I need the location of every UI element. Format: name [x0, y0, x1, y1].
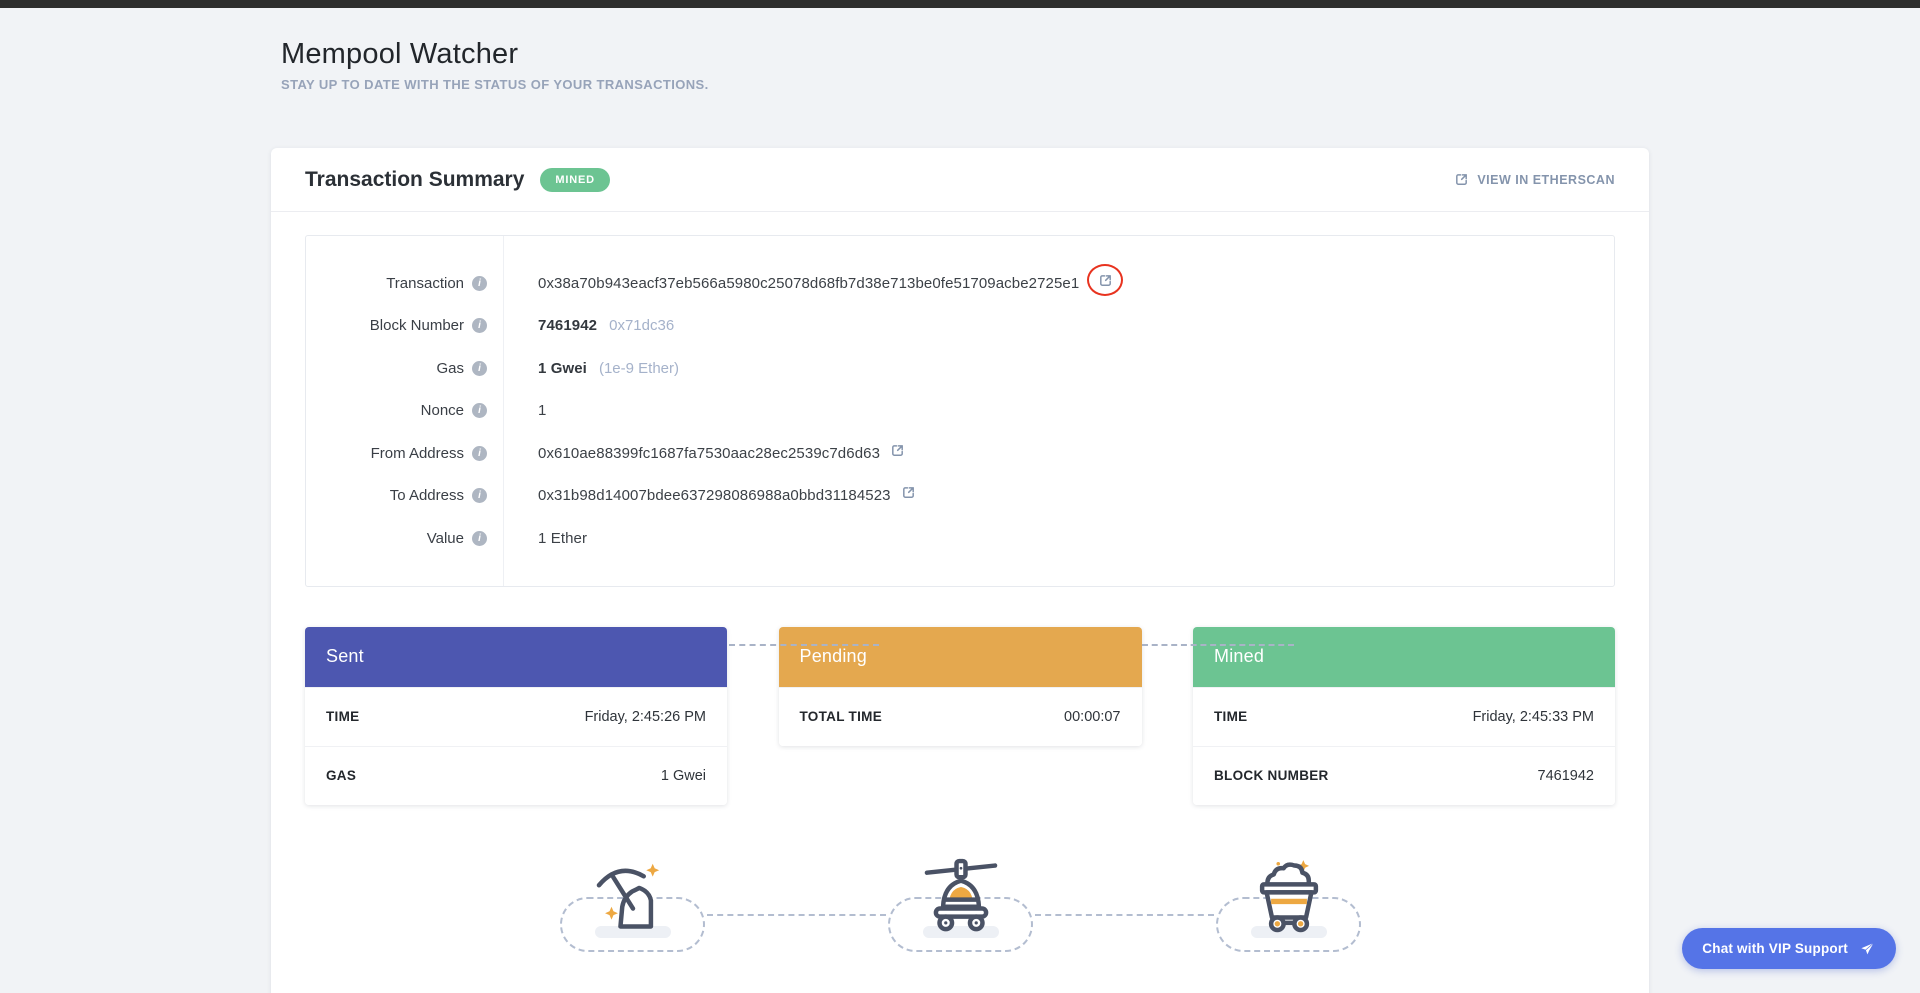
- status-row-value: 7461942: [1538, 768, 1594, 784]
- detail-value-cell: 0x38a70b943eacf37eb566a5980c25078d68fb7d…: [503, 270, 1123, 296]
- page-subtitle: STAY UP TO DATE WITH THE STATUS OF YOUR …: [281, 77, 1649, 92]
- gas-ether-equivalent: (1e-9 Ether): [599, 360, 679, 377]
- ether-value: 1 Ether: [538, 530, 587, 547]
- detail-value-cell: 0x610ae88399fc1687fa7530aac28ec2539c7d6d…: [503, 445, 905, 462]
- status-cards-row: Sent TIME Friday, 2:45:26 PM GAS 1 Gwei …: [305, 627, 1615, 805]
- status-row-label: TIME: [1214, 709, 1247, 724]
- detail-value-cell: 1: [503, 402, 546, 419]
- block-number-value: 7461942: [538, 317, 597, 334]
- chat-button-label: Chat with VIP Support: [1702, 941, 1848, 956]
- info-icon[interactable]: i: [472, 488, 487, 503]
- stage-pill-pending: [888, 897, 1033, 952]
- status-row-total-time: TOTAL TIME 00:00:07: [779, 687, 1142, 746]
- status-card-sent: Sent TIME Friday, 2:45:26 PM GAS 1 Gwei: [305, 627, 727, 805]
- drill-rig-icon: [918, 853, 1004, 939]
- detail-label: Value: [427, 530, 464, 547]
- detail-label-cell: Block Number i: [306, 317, 503, 334]
- external-link-icon: [901, 485, 916, 500]
- status-row-value: 00:00:07: [1064, 709, 1120, 725]
- detail-value-cell: 0x31b98d14007bdee637298086988a0bbd311845…: [503, 487, 916, 504]
- detail-label-cell: To Address i: [306, 487, 503, 504]
- detail-label: Gas: [436, 360, 464, 377]
- detail-label-cell: Transaction i: [306, 275, 503, 292]
- top-bar: [0, 0, 1920, 8]
- detail-value-cell: 7461942 0x71dc36: [503, 317, 674, 334]
- details-divider: [503, 236, 504, 586]
- dashed-connector: [707, 914, 886, 916]
- nonce-value: 1: [538, 402, 546, 419]
- summary-card-body: Transaction i 0x38a70b943eacf37eb566a598…: [271, 212, 1649, 974]
- status-row-label: TIME: [326, 709, 359, 724]
- from-address-value: 0x610ae88399fc1687fa7530aac28ec2539c7d6d…: [538, 445, 880, 462]
- detail-label-cell: Value i: [306, 530, 503, 547]
- dashed-connector: [729, 644, 879, 646]
- status-row-time: TIME Friday, 2:45:26 PM: [305, 687, 727, 746]
- to-address-external-link[interactable]: [901, 485, 916, 500]
- transaction-external-link[interactable]: [1098, 273, 1113, 288]
- transaction-hash: 0x38a70b943eacf37eb566a5980c25078d68fb7d…: [538, 275, 1079, 292]
- transaction-summary-card: Transaction Summary MINED VIEW IN ETHERS…: [271, 148, 1649, 993]
- status-row-gas: GAS 1 Gwei: [305, 746, 727, 805]
- status-row-value: Friday, 2:45:33 PM: [1473, 709, 1594, 725]
- to-address-value: 0x31b98d14007bdee637298086988a0bbd311845…: [538, 487, 891, 504]
- summary-card-title: Transaction Summary: [305, 168, 524, 192]
- dashed-connector: [1035, 914, 1214, 916]
- detail-label: To Address: [390, 487, 464, 504]
- transaction-details-panel: Transaction i 0x38a70b943eacf37eb566a598…: [305, 235, 1615, 587]
- chat-vip-support-button[interactable]: Chat with VIP Support: [1682, 928, 1896, 969]
- block-number-hex: 0x71dc36: [609, 317, 674, 334]
- detail-label: Block Number: [370, 317, 464, 334]
- page-container: Mempool Watcher STAY UP TO DATE WITH THE…: [271, 8, 1649, 993]
- summary-card-header: Transaction Summary MINED VIEW IN ETHERS…: [271, 148, 1649, 212]
- status-row-value: 1 Gwei: [661, 768, 706, 784]
- info-icon[interactable]: i: [472, 403, 487, 418]
- detail-label: From Address: [371, 445, 464, 462]
- detail-label-cell: Nonce i: [306, 402, 503, 419]
- info-icon[interactable]: i: [472, 531, 487, 546]
- info-icon[interactable]: i: [472, 276, 487, 291]
- dashed-connector: [1142, 644, 1294, 646]
- detail-value-cell: 1 Ether: [503, 530, 587, 547]
- external-link-icon: [1098, 273, 1113, 288]
- detail-label: Transaction: [386, 275, 464, 292]
- status-badge: MINED: [540, 168, 609, 192]
- stage-pill-mined: [1216, 897, 1361, 952]
- mined-card-header: Mined: [1193, 627, 1615, 687]
- page-header: Mempool Watcher STAY UP TO DATE WITH THE…: [271, 8, 1649, 92]
- pickaxe-rock-icon: [590, 853, 676, 939]
- external-link-icon: [890, 443, 905, 458]
- status-row-time: TIME Friday, 2:45:33 PM: [1193, 687, 1615, 746]
- stage-illustrations-row: [305, 854, 1615, 974]
- paper-plane-icon: [1858, 940, 1876, 958]
- view-in-etherscan-label: VIEW IN ETHERSCAN: [1477, 173, 1615, 187]
- detail-label-cell: From Address i: [306, 445, 503, 462]
- page-title: Mempool Watcher: [281, 38, 1649, 71]
- status-row-value: Friday, 2:45:26 PM: [585, 709, 706, 725]
- detail-label: Nonce: [421, 402, 464, 419]
- annotation-red-circle: [1087, 264, 1123, 296]
- info-icon[interactable]: i: [472, 361, 487, 376]
- info-icon[interactable]: i: [472, 446, 487, 461]
- status-row-label: TOTAL TIME: [800, 709, 883, 724]
- status-row-label: BLOCK NUMBER: [1214, 768, 1329, 783]
- status-card-mined: Mined TIME Friday, 2:45:33 PM BLOCK NUMB…: [1193, 627, 1615, 805]
- stage-pill-sent: [560, 897, 705, 952]
- view-in-etherscan-link[interactable]: VIEW IN ETHERSCAN: [1454, 172, 1615, 187]
- from-address-external-link[interactable]: [890, 443, 905, 458]
- info-icon[interactable]: i: [472, 318, 487, 333]
- status-row-block-number: BLOCK NUMBER 7461942: [1193, 746, 1615, 805]
- sent-card-header: Sent: [305, 627, 727, 687]
- pending-card-header: Pending: [779, 627, 1142, 687]
- gas-value: 1 Gwei: [538, 360, 587, 377]
- external-link-icon: [1454, 172, 1469, 187]
- detail-value-cell: 1 Gwei (1e-9 Ether): [503, 360, 679, 377]
- ore-cart-icon: [1246, 853, 1332, 939]
- detail-label-cell: Gas i: [306, 360, 503, 377]
- status-row-label: GAS: [326, 768, 356, 783]
